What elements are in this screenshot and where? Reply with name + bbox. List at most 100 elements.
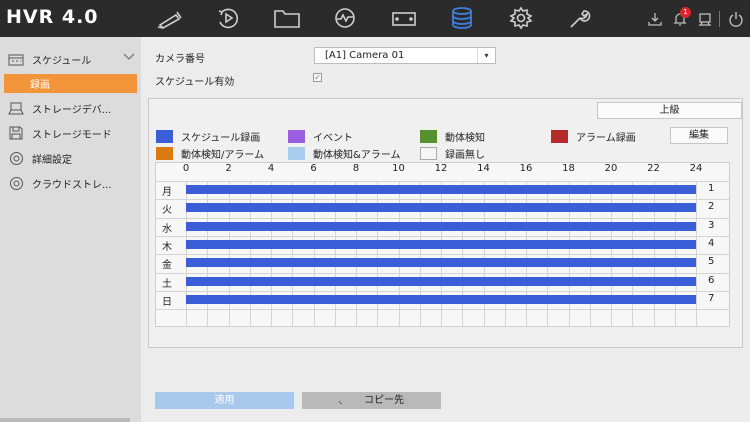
day-label: 土: [162, 278, 172, 290]
legend-item[interactable]: 動体検知/アラーム: [156, 146, 264, 161]
copy-row-number[interactable]: 7: [708, 293, 714, 304]
schedule-bar[interactable]: [186, 185, 696, 194]
legend-item[interactable]: 動体検知&アラーム: [288, 146, 401, 161]
sidebar: スケジュール 録画 ストレージデバ... ストレージモード 詳細設定 クラウドス…: [0, 37, 141, 422]
sidebar-item-label: クラウドストレ...: [32, 179, 112, 191]
grid-line: [156, 272, 729, 274]
schedule-bar[interactable]: [186, 294, 696, 304]
legend-item[interactable]: 録画無し: [420, 146, 485, 161]
schedule-bar[interactable]: [186, 239, 696, 249]
storage-icon[interactable]: [445, 4, 479, 32]
grid-line: [156, 217, 729, 219]
copy-row-number[interactable]: 5: [708, 256, 714, 267]
schedule-enable-label: スケジュール有効: [155, 77, 235, 88]
main-content: カメラ番号 [A1] Camera 01 ▾ スケジュール有効 ✓ 上級 スケジ…: [141, 37, 750, 422]
legend-swatch: [551, 130, 568, 143]
sidebar-item-label: ストレージデバ...: [32, 104, 112, 116]
copy-row-number[interactable]: 1: [708, 183, 714, 194]
calendar-icon: [8, 52, 24, 66]
legend-item[interactable]: スケジュール録画: [156, 129, 260, 144]
sidebar-item-storage-device[interactable]: ストレージデバ...: [0, 97, 141, 119]
copy-row-number[interactable]: 3: [708, 220, 714, 231]
sidebar-item-label: 詳細設定: [32, 154, 72, 166]
hour-tick: 10: [392, 163, 405, 174]
cloud-gear-icon: [8, 176, 24, 190]
day-label: 月: [162, 187, 172, 198]
sidebar-item-label: スケジュール: [32, 55, 92, 67]
legend-label: 動体検知/アラーム: [181, 150, 265, 161]
legend-item[interactable]: イベント: [288, 129, 353, 144]
divider: [719, 11, 720, 27]
advanced-button[interactable]: 上級: [597, 102, 742, 119]
hour-tick: 0: [182, 163, 190, 174]
day-label: 火: [162, 205, 172, 217]
apply-button[interactable]: 適用: [155, 392, 294, 409]
app-logo: HVR 4.0: [6, 6, 99, 28]
hour-tick: 20: [604, 163, 618, 174]
schedule-enable-checkbox[interactable]: ✓: [313, 73, 322, 82]
dropdown-arrow-icon: ▾: [477, 48, 495, 63]
legend-item[interactable]: アラーム録画: [551, 129, 636, 144]
sidebar-item-storage-mode[interactable]: ストレージモード: [0, 122, 141, 144]
legend-swatch: [288, 147, 305, 160]
legend-label: イベント: [313, 133, 353, 144]
legend-label: スケジュール録画: [181, 133, 261, 144]
grid-line: [156, 235, 729, 237]
camera-select[interactable]: [A1] Camera 01 ▾: [314, 47, 496, 64]
chevron-down-icon: [123, 53, 135, 64]
camera-icon[interactable]: [153, 4, 187, 32]
edit-button[interactable]: 編集: [670, 127, 728, 144]
schedule-bar[interactable]: [186, 221, 696, 231]
grid-line: [156, 254, 729, 256]
tools-icon[interactable]: [562, 4, 596, 32]
hour-tick: 18: [562, 163, 575, 174]
copy-to-button[interactable]: ◟ コピー先: [302, 392, 441, 409]
hour-tick: 2: [225, 163, 232, 174]
legend-swatch: [420, 147, 437, 160]
copy-row-number[interactable]: 4: [708, 238, 714, 249]
sidebar-item-advanced[interactable]: 詳細設定: [0, 147, 141, 169]
hour-tick: 8: [352, 163, 360, 174]
copy-to-label: コピー先: [364, 395, 405, 406]
notification-icon[interactable]: 1: [671, 7, 691, 28]
legend-swatch: [420, 130, 437, 143]
power-icon[interactable]: [727, 10, 745, 28]
cursor-icon: ◟: [338, 396, 343, 405]
grid-line: [156, 309, 729, 311]
sidebar-item-schedule[interactable]: スケジュール: [0, 48, 141, 70]
playback-icon[interactable]: [211, 4, 245, 32]
sidebar-item-cloud-storage[interactable]: クラウドストレ...: [0, 172, 141, 194]
legend-swatch: [288, 130, 305, 143]
legend-label: 録画無し: [445, 150, 485, 161]
hour-tick: 24: [689, 163, 703, 174]
schedule-bar[interactable]: [186, 276, 696, 286]
video-camera-icon[interactable]: [387, 4, 421, 32]
day-label: 金: [162, 260, 172, 272]
account-icon[interactable]: [696, 10, 714, 28]
settings-icon[interactable]: [504, 4, 538, 32]
hour-tick: 16: [519, 163, 533, 174]
folder-icon[interactable]: [270, 4, 304, 32]
schedule-bar[interactable]: [186, 203, 696, 213]
copy-row-number[interactable]: 6: [708, 275, 714, 286]
grid-line: [156, 290, 729, 292]
notification-badge: 1: [680, 7, 691, 18]
grid-line: [156, 199, 729, 201]
schedule-panel: 上級 スケジュール録画 イベント 動体検知 アラーム録画 編集 動体検知/アラー…: [148, 98, 743, 348]
download-icon[interactable]: [646, 10, 664, 28]
copy-row-number[interactable]: 2: [708, 201, 714, 212]
hour-tick: 22: [647, 163, 660, 174]
sidebar-scrollbar[interactable]: [0, 418, 130, 422]
storage-device-icon: [8, 101, 24, 115]
schedule-bar[interactable]: [186, 258, 696, 268]
schedule-grid[interactable]: 0 2 4 6 8 10 12 14 16 18 20 22 24 月 1 火 2 水 3 木 4 金 5 土 6 日 7: [155, 162, 730, 327]
legend-swatch: [156, 130, 173, 143]
legend-item[interactable]: 動体検知: [420, 129, 485, 144]
hour-tick: 4: [267, 163, 275, 174]
legend-label: 動体検知: [445, 133, 485, 144]
hour-tick: 12: [434, 163, 448, 174]
sidebar-subitem-record[interactable]: 録画: [4, 74, 137, 93]
day-label: 木: [162, 241, 172, 253]
analytics-icon[interactable]: [328, 4, 362, 32]
legend-label: アラーム録画: [576, 133, 636, 144]
